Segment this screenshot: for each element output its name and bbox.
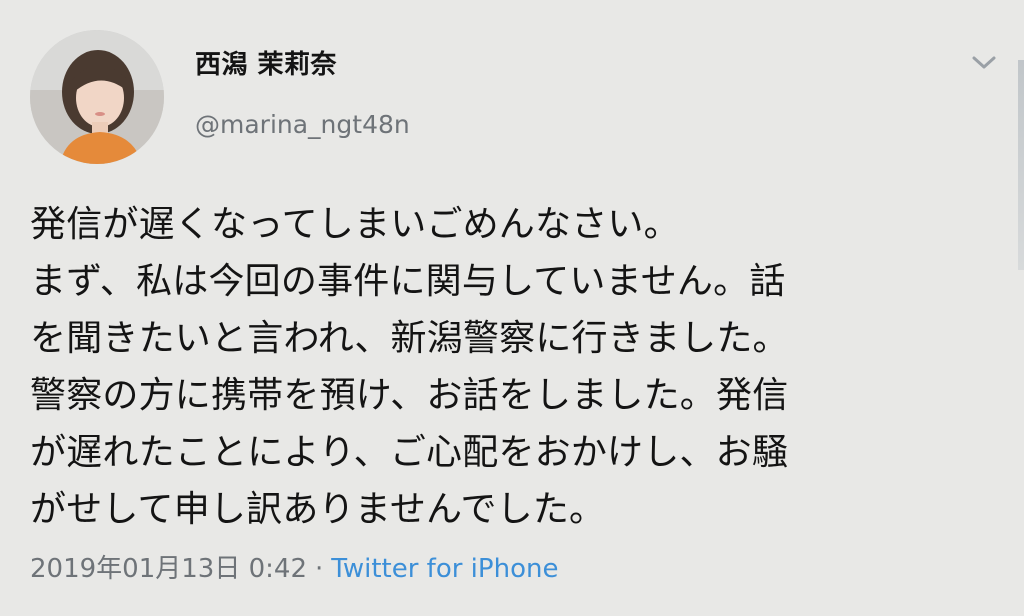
tweet-text-line: がせして申し訳ありませんでした。 (30, 489, 606, 530)
tweet-source-link[interactable]: Twitter for iPhone (331, 554, 558, 584)
tweet-text-line: を聞きたいと言われ、新潟警察に行きました。 (30, 318, 789, 359)
tweet-text-line: 警察の方に携帯を預け、お話をしました。発信 (30, 375, 789, 416)
tweet-text-line: 発信が遅くなってしまいごめんなさい。 (30, 204, 680, 245)
tweet-card: 西潟 茉莉奈 @marina_ngt48n 発信が遅くなってしまいごめんなさい。… (0, 0, 1024, 616)
avatar-image (30, 30, 164, 164)
edge-shadow (1018, 60, 1024, 270)
tweet-timestamp[interactable]: 2019年01月13日 0:42 (30, 554, 307, 584)
user-handle[interactable]: @marina_ngt48n (195, 110, 410, 139)
tweet-meta: 2019年01月13日 0:42 · Twitter for iPhone (30, 548, 558, 585)
chevron-down-icon[interactable] (966, 48, 1002, 76)
display-name[interactable]: 西潟 茉莉奈 (195, 44, 337, 81)
tweet-text: 発信が遅くなってしまいごめんなさい。 まず、私は今回の事件に関与していません。話… (30, 196, 1005, 538)
meta-separator: · (315, 554, 324, 584)
avatar[interactable] (30, 30, 164, 164)
tweet-text-line: まず、私は今回の事件に関与していません。話 (30, 261, 786, 302)
tweet-text-line: が遅れたことにより、ご心配をおかけし、お騒 (30, 432, 789, 473)
